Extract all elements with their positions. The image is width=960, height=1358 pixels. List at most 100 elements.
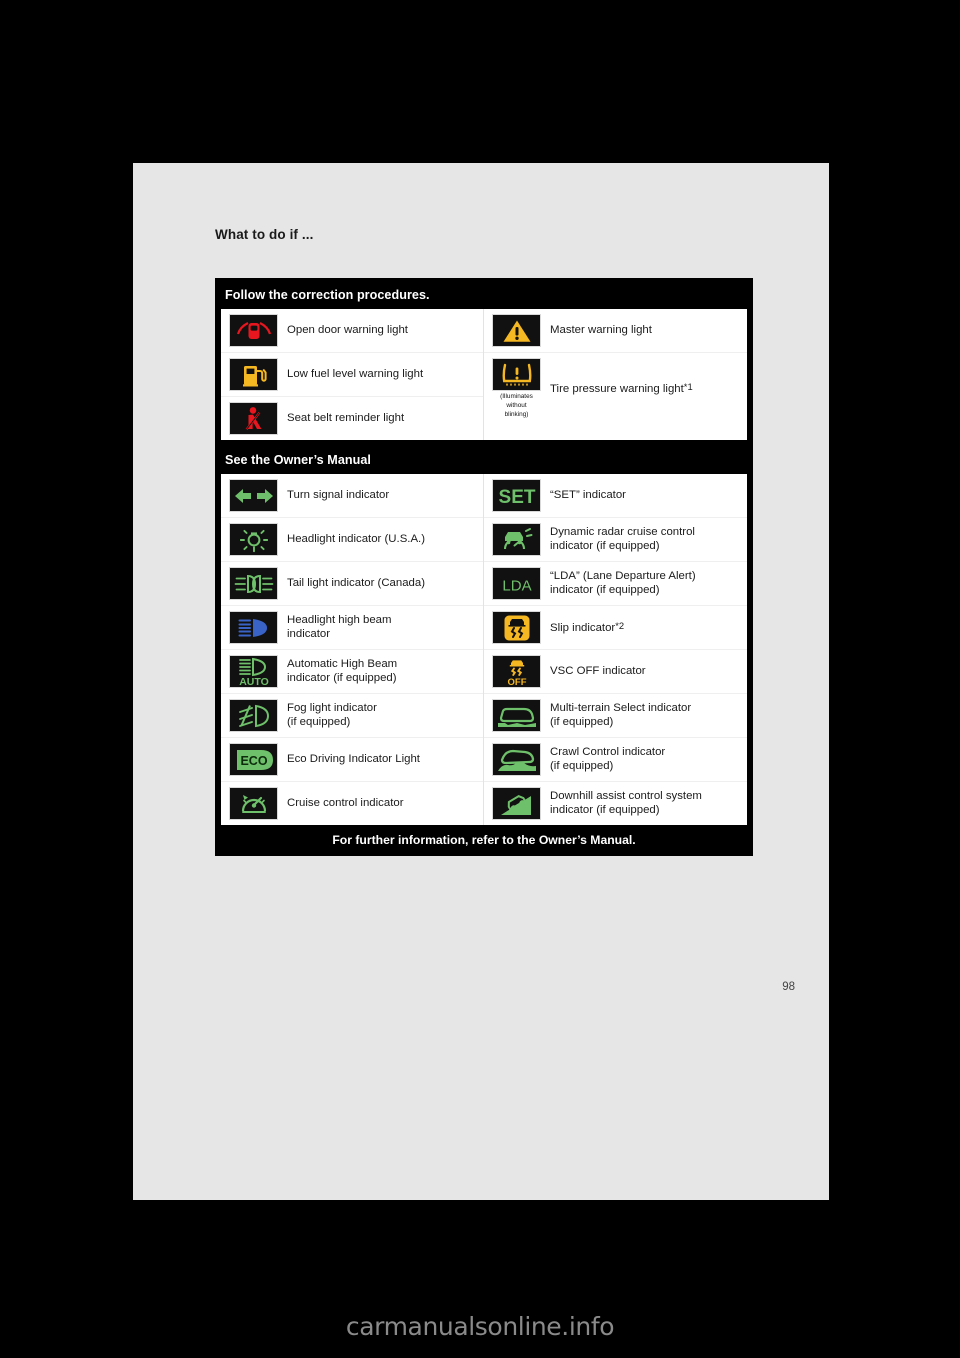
section-grid-correction: Open door warning light Low fuel level w… — [221, 309, 747, 440]
indicator-label: Seat belt reminder light — [287, 411, 405, 424]
indicator-icon-wrap — [492, 611, 541, 644]
high-beam-icon — [229, 611, 278, 644]
indicator-row: Open door warning light — [221, 309, 483, 352]
section-title-correction: Follow the correction procedures. — [225, 288, 430, 302]
set-indicator-icon: SET — [492, 479, 541, 512]
indicator-label: Open door warning light — [287, 323, 408, 336]
indicator-row: Cruise control indicator — [221, 781, 483, 825]
svg-text:ECO: ECO — [240, 754, 267, 768]
indicator-label: Headlight indicator (U.S.A.) — [287, 532, 426, 545]
indicator-label: Crawl Control indicator (if equipped) — [550, 745, 666, 772]
indicator-icon-wrap — [229, 567, 278, 600]
section-title-owners-manual: See the Owner’s Manual — [225, 453, 371, 467]
turn-signal-icon — [229, 479, 278, 512]
indicator-label: Eco Driving Indicator Light — [287, 752, 420, 765]
eco-driving-icon: ECO — [229, 743, 278, 776]
indicator-icon-wrap — [229, 402, 278, 435]
indicator-icon-wrap — [229, 358, 278, 391]
section-grid-owners-manual: Turn signal indicator Headlight indicato… — [221, 474, 747, 825]
indicator-label: Automatic High Beam indicator (if equippe… — [287, 657, 398, 684]
indicator-icon-wrap — [492, 314, 541, 347]
indicator-label: “LDA” (Lane Departure Alert) indicator (i… — [550, 569, 696, 596]
indicator-label: Turn signal indicator — [287, 488, 390, 501]
indicator-icon-wrap — [229, 611, 278, 644]
indicator-row: ECO Eco Driving Indicator Light — [221, 737, 483, 781]
cruise-control-icon — [229, 787, 278, 820]
downhill-assist-icon — [492, 787, 541, 820]
lda-indicator-icon: LDA — [492, 567, 541, 600]
indicator-icon-wrap — [492, 743, 541, 776]
open-door-warning-icon — [229, 314, 278, 347]
svg-text:OFF: OFF — [507, 677, 526, 687]
indicator-icon-wrap — [229, 523, 278, 556]
indicator-footnote-marker: *2 — [615, 620, 625, 632]
auto-high-beam-icon: AUTO — [229, 655, 278, 688]
indicator-row: Downhill assist control system indicator … — [484, 781, 747, 825]
indicator-label: Headlight high beam indicator — [287, 613, 392, 640]
section-1-left-column: Turn signal indicator Headlight indicato… — [221, 474, 484, 825]
indicator-icon-wrap — [229, 787, 278, 820]
section-1-right-column: SET “SET” indicator Dynamic radar cruise… — [484, 474, 747, 825]
page-number: 98 — [782, 981, 795, 993]
indicator-icon-wrap — [492, 523, 541, 556]
manual-page: What to do if ... Follow the correction … — [133, 163, 829, 1200]
indicator-row: Low fuel level warning light — [221, 352, 483, 396]
indicator-label: Tail light indicator (Canada) — [287, 576, 426, 589]
indicator-row: Turn signal indicator — [221, 474, 483, 517]
indicator-icon-wrap: AUTO — [229, 655, 278, 688]
indicator-label: VSC OFF indicator — [550, 664, 646, 677]
indicator-icon-wrap: ECO — [229, 743, 278, 776]
indicator-icon-wrap: SET — [492, 479, 541, 512]
indicator-row: Slip indicator*2 — [484, 605, 747, 649]
indicator-label: Multi-terrain Select indicator (if equipp… — [550, 701, 692, 728]
indicator-icon-wrap: (Illuminates without blinking) — [492, 358, 541, 419]
indicator-icon-wrap — [229, 479, 278, 512]
indicator-icon-wrap — [229, 699, 278, 732]
indicator-row: Crawl Control indicator (if equipped) — [484, 737, 747, 781]
indicator-label: Downhill assist control system indicator … — [550, 789, 702, 816]
crawl-control-icon — [492, 743, 541, 776]
indicator-row: OFF VSC OFF indicator — [484, 649, 747, 693]
indicator-label: Fog light indicator (if equipped) — [287, 701, 377, 728]
indicator-panel: Follow the correction procedures. Open d… — [215, 278, 753, 856]
tire-pressure-warning-icon — [492, 358, 541, 391]
indicator-label: Cruise control indicator — [287, 796, 404, 809]
svg-text:LDA: LDA — [502, 577, 531, 594]
indicator-row: AUTO Automatic High Beam indicator (if eq… — [221, 649, 483, 693]
indicator-label: Low fuel level warning light — [287, 367, 424, 380]
svg-text:AUTO: AUTO — [239, 676, 269, 687]
indicator-row: Headlight high beam indicator — [221, 605, 483, 649]
indicator-label: Slip indicator*2 — [550, 620, 625, 635]
indicator-row: Tail light indicator (Canada) — [221, 561, 483, 605]
indicator-row: (Illuminates without blinking) Tire pressur… — [484, 352, 747, 424]
slip-indicator-icon — [492, 611, 541, 644]
indicator-row: Master warning light — [484, 309, 747, 352]
indicator-icon-note: (Illuminates without blinking) — [500, 393, 533, 418]
indicator-footnote-marker: *1 — [683, 381, 693, 393]
indicator-icon-wrap: OFF — [492, 655, 541, 688]
indicator-row: Fog light indicator (if equipped) — [221, 693, 483, 737]
indicator-icon-wrap: LDA — [492, 567, 541, 600]
page-title: What to do if ... — [215, 227, 314, 242]
fog-light-icon — [229, 699, 278, 732]
indicator-row: SET “SET” indicator — [484, 474, 747, 517]
dynamic-radar-cruise-icon — [492, 523, 541, 556]
indicator-label: Master warning light — [550, 323, 652, 336]
section-0-left-column: Open door warning light Low fuel level w… — [221, 309, 484, 440]
panel-footer-note: For further information, refer to the Ow… — [332, 833, 636, 847]
svg-text:SET: SET — [498, 487, 535, 508]
indicator-icon-wrap — [492, 787, 541, 820]
indicator-row: Multi-terrain Select indicator (if equipp… — [484, 693, 747, 737]
indicator-icon-wrap — [492, 699, 541, 732]
indicator-row: Headlight indicator (U.S.A.) — [221, 517, 483, 561]
indicator-icon-wrap — [229, 314, 278, 347]
tail-light-icon — [229, 567, 278, 600]
section-0-right-column: Master warning light (Illuminates without… — [484, 309, 747, 440]
headlight-icon — [229, 523, 278, 556]
indicator-row: Dynamic radar cruise control indicator (i… — [484, 517, 747, 561]
master-warning-icon — [492, 314, 541, 347]
site-watermark: carmanualsonline.info — [345, 1312, 615, 1341]
indicator-label: “SET” indicator — [550, 488, 626, 501]
low-fuel-warning-icon — [229, 358, 278, 391]
indicator-row: Seat belt reminder light — [221, 396, 483, 440]
